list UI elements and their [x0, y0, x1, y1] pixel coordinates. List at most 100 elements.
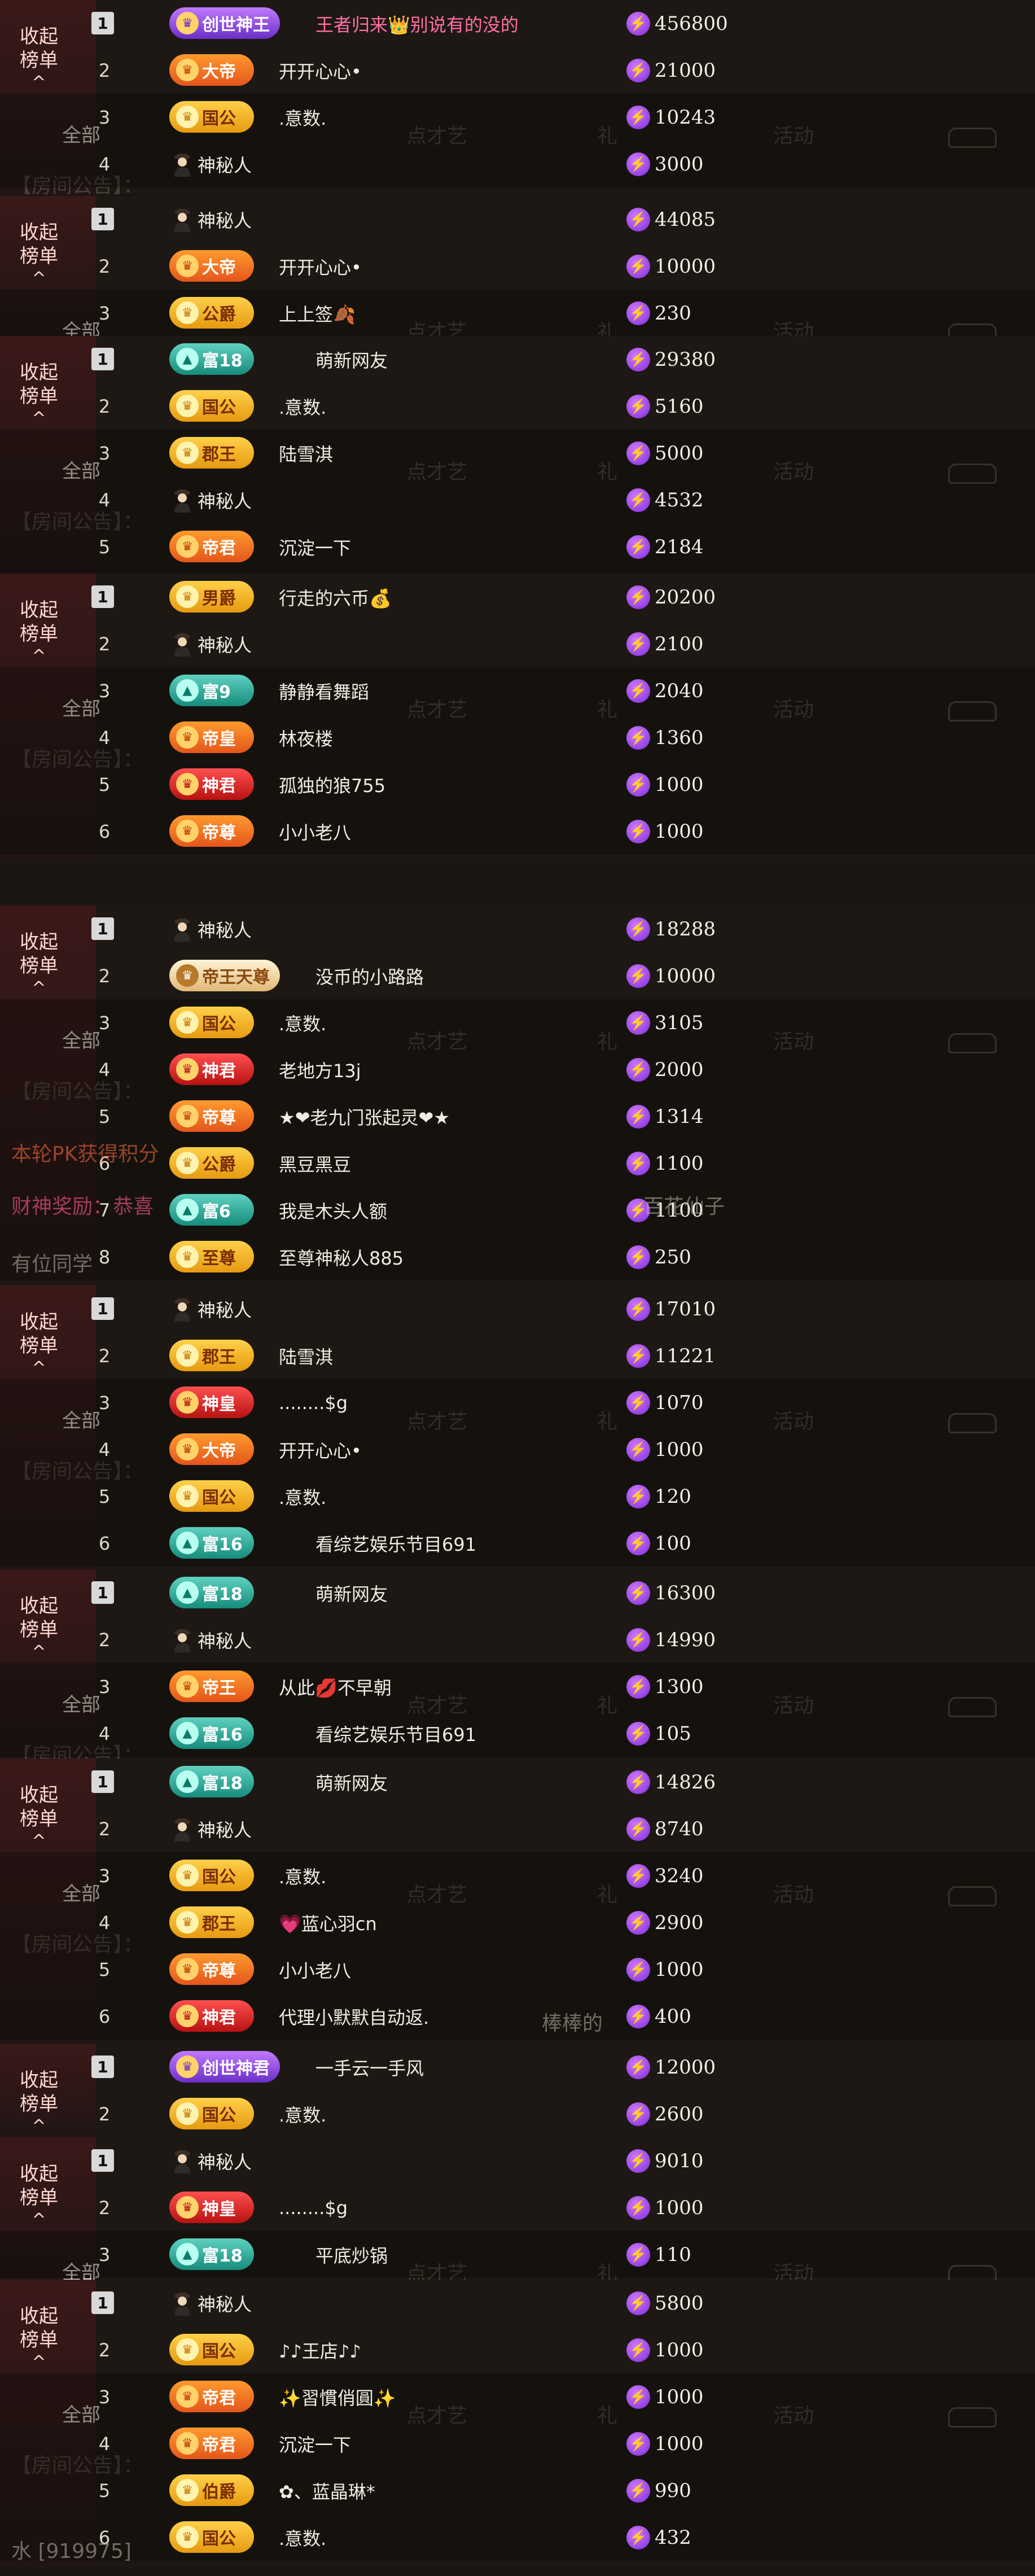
leaderboard-row[interactable]: 1 神秘人 ⚡ 18288: [0, 906, 1035, 952]
badge-label: 帝君: [202, 2435, 236, 2455]
leaderboard-block: 全部 点才艺礼活动 【房间公告】： 收起 榜单 ^ 1 神秘人 ⚡ 18288 2 ♛ 帝王天尊 没币的小…: [0, 906, 1035, 1285]
badge-label: 富16: [202, 1725, 243, 1745]
rank-badge: ▲ 富18: [169, 1766, 254, 1797]
user-name: 神秘人: [198, 634, 252, 656]
score-value: 11221: [655, 1344, 716, 1367]
user-name: ✨習慣俏圓✨: [279, 2387, 396, 2409]
collapse-leaderboard-toggle[interactable]: 收起 榜单 ^: [0, 196, 78, 312]
leaderboard-row[interactable]: 6 ♛ 国公 .意数. ⚡ 432: [0, 2514, 1035, 2561]
user-name: 神秘人: [198, 1819, 252, 1841]
leaderboard-row[interactable]: 3 ♛ 帝君 ✨習慣俏圓✨ ⚡ 1000: [0, 2373, 1035, 2420]
leaderboard-row[interactable]: 3 ♛ 神皇 ........$g ⚡ 1070: [0, 1379, 1035, 1426]
leaderboard-row[interactable]: 2 ♛ 神皇 ........$g ⚡ 1000: [0, 2184, 1035, 2231]
collapse-leaderboard-toggle[interactable]: 收起 榜单 ^: [0, 2137, 78, 2253]
collapse-leaderboard-toggle[interactable]: 收起 榜单 ^: [0, 1759, 78, 1874]
leaderboard-row[interactable]: 1 ♛ 男爵 行走的六币💰 ⚡ 20200: [0, 574, 1035, 620]
contribution-score: ⚡ 230: [626, 290, 691, 336]
score-value: 20200: [655, 585, 716, 609]
rank-number: 3: [98, 1865, 111, 1887]
leaderboard-row[interactable]: 2 神秘人 ⚡ 14990: [0, 1616, 1035, 1663]
leaderboard-row[interactable]: 1 ▲ 富18 萌新网友 ⚡ 14826: [0, 1759, 1035, 1805]
leaderboard-row[interactable]: 2 ♛ 郡王 陆雪淇 ⚡ 11221: [0, 1332, 1035, 1379]
leaderboard-row[interactable]: 3 ♛ 国公 .意数. ⚡ 3105: [0, 999, 1035, 1046]
score-value: 110: [655, 2243, 691, 2266]
lightning-coin-icon: ⚡: [626, 152, 650, 176]
lightning-coin-icon: ⚡: [626, 301, 650, 325]
leaderboard-row[interactable]: 4 ♛ 大帝 开开心心• ⚡ 1000: [0, 1426, 1035, 1473]
leaderboard-row[interactable]: 3 ▲ 富9 静静看舞蹈 ⚡ 2040: [0, 667, 1035, 714]
leaderboard-row[interactable]: 1 ▲ 富18 萌新网友 ⚡ 29380: [0, 336, 1035, 383]
leaderboard-row[interactable]: 4 ♛ 帝皇 林夜楼 ⚡ 1360: [0, 714, 1035, 761]
rank-number: 5: [98, 1958, 111, 1980]
leaderboard-row[interactable]: 4 神秘人 ⚡ 3000: [0, 141, 1035, 187]
leaderboard-row[interactable]: 2 ♛ 大帝 开开心心• ⚡ 10000: [0, 243, 1035, 290]
leaderboard-row[interactable]: 2 ♛ 国公 ♪♪王店♪♪ ⚡ 1000: [0, 2326, 1035, 2373]
lightning-coin-icon: ⚡: [626, 58, 650, 82]
collapse-leaderboard-toggle[interactable]: 收起 榜单 ^: [0, 0, 78, 116]
leaderboard-row[interactable]: 5 ♛ 帝尊 小小老八 ⚡ 1000: [0, 1946, 1035, 1993]
leaderboard-row[interactable]: 1 ▲ 富18 萌新网友 ⚡ 16300: [0, 1569, 1035, 1616]
rank-badge: ♛ 神皇: [169, 1387, 254, 1418]
collapse-leaderboard-toggle[interactable]: 收起 榜单 ^: [0, 2044, 78, 2137]
toggle-label: 收起: [20, 25, 58, 48]
leaderboard-row[interactable]: 3 ♛ 郡王 陆雪淇 ⚡ 5000: [0, 430, 1035, 476]
leaderboard-row[interactable]: 2 神秘人 ⚡ 2100: [0, 620, 1035, 667]
leaderboard-row[interactable]: 5 ♛ 帝尊 ★❤老九门张起灵❤★ ⚡ 1314: [0, 1093, 1035, 1140]
contribution-score: ⚡ 10243: [626, 94, 716, 141]
collapse-leaderboard-toggle[interactable]: 收起 榜单 ^: [0, 574, 78, 689]
leaderboard-row[interactable]: 4 神秘人 ⚡ 4532: [0, 476, 1035, 523]
leaderboard-row[interactable]: 4 ♛ 神君 老地方13j ⚡ 2000: [0, 1046, 1035, 1093]
leaderboard-row[interactable]: 2 ♛ 大帝 开开心心• ⚡ 21000: [0, 47, 1035, 94]
leaderboard-row[interactable]: 4 ♛ 帝君 沉淀一下 ⚡ 1000: [0, 2420, 1035, 2467]
leaderboard-row[interactable]: 1 神秘人 ⚡ 17010: [0, 1285, 1035, 1332]
leaderboard-row[interactable]: 4 ▲ 富16 看综艺娱乐节目691 ⚡ 105: [0, 1710, 1035, 1757]
leaderboard-row[interactable]: 5 ♛ 神君 孤独的狼755 ⚡ 1000: [0, 761, 1035, 808]
user-name: ✿、蓝晶琳*: [279, 2481, 375, 2503]
leaderboard-row[interactable]: 5 ♛ 伯爵 ✿、蓝晶琳* ⚡ 990: [0, 2467, 1035, 2514]
lightning-coin-icon: ⚡: [626, 535, 650, 559]
rank-badge: ♛ 伯爵: [169, 2474, 254, 2506]
user-name: 神秘人: [198, 2151, 252, 2173]
collapse-leaderboard-toggle[interactable]: 收起 榜单 ^: [0, 906, 78, 1021]
score-value: 1000: [655, 773, 704, 796]
contribution-score: ⚡ 456800: [626, 0, 728, 47]
leaderboard-row[interactable]: 2 ♛ 国公 .意数. ⚡ 5160: [0, 383, 1035, 430]
leaderboard-row[interactable]: 6 ▲ 富16 看综艺娱乐节目691 ⚡ 100: [0, 1520, 1035, 1567]
leaderboard-row[interactable]: 3 ▲ 富18 平底炒锅 ⚡ 110: [0, 2231, 1035, 2278]
toggle-label: 榜单: [20, 2186, 58, 2209]
collapse-leaderboard-toggle[interactable]: 收起 榜单 ^: [0, 336, 78, 452]
leaderboard-row[interactable]: 3 ♛ 国公 .意数. ⚡ 3240: [0, 1852, 1035, 1899]
leaderboard-row[interactable]: 5 ♛ 国公 .意数. ⚡ 120: [0, 1473, 1035, 1520]
lightning-coin-icon: ⚡: [626, 394, 650, 418]
leaderboard-row[interactable]: 3 ♛ 公爵 上上签🍂 ⚡ 230: [0, 290, 1035, 336]
contribution-score: ⚡ 1000: [626, 2326, 704, 2373]
collapse-leaderboard-toggle[interactable]: 收起 榜单 ^: [0, 1569, 78, 1685]
leaderboard-row[interactable]: 5 ♛ 帝君 沉淀一下 ⚡ 2184: [0, 523, 1035, 570]
leaderboard-row[interactable]: 2 ♛ 帝王天尊 没币的小路路 ⚡ 10000: [0, 952, 1035, 999]
leaderboard-row[interactable]: 2 神秘人 ⚡ 8740: [0, 1805, 1035, 1852]
leaderboard-row[interactable]: 6 ♛ 帝尊 小小老八 ⚡ 1000: [0, 808, 1035, 855]
contribution-score: ⚡ 1314: [626, 1093, 704, 1140]
rank-number: 1: [91, 2055, 114, 2078]
collapse-leaderboard-toggle[interactable]: 收起 榜单 ^: [0, 1285, 78, 1401]
contribution-score: ⚡ 110: [626, 2231, 691, 2278]
leaderboard-row[interactable]: 6 ♛ 神君 代理小默默自动返. ⚡ 400: [0, 1993, 1035, 2040]
leaderboard-row[interactable]: 2 ♛ 国公 .意数. ⚡ 2600: [0, 2090, 1035, 2137]
collapse-leaderboard-toggle[interactable]: 收起 榜单 ^: [0, 2280, 78, 2395]
leaderboard-row[interactable]: 3 ♛ 国公 .意数. ⚡ 10243: [0, 94, 1035, 141]
contribution-score: ⚡ 1000: [626, 2373, 704, 2420]
leaderboard-row[interactable]: 1 神秘人 ⚡ 5800: [0, 2280, 1035, 2326]
leaderboard-row[interactable]: 8 ♛ 至尊 至尊神秘人885 ⚡ 250: [0, 1234, 1035, 1280]
leaderboard-row[interactable]: 7 ▲ 富6 我是木头人额 ⚡ 1100: [0, 1187, 1035, 1234]
leaderboard-row[interactable]: 1 神秘人 ⚡ 44085: [0, 196, 1035, 243]
score-value: 1000: [655, 2385, 704, 2408]
badge-emblem-icon: ♛: [176, 1152, 199, 1174]
user-name: 神秘人: [198, 1299, 252, 1321]
leaderboard-row[interactable]: 1 ♛ 创世神君 一手云一手风 ⚡ 12000: [0, 2044, 1035, 2090]
leaderboard-row[interactable]: 1 ♛ 创世神王 王者归来👑别说有的没的 ⚡ 456800: [0, 0, 1035, 47]
badge-emblem-icon: ♛: [176, 2385, 199, 2408]
user-name: 神秘人: [198, 2293, 252, 2315]
leaderboard-row[interactable]: 1 神秘人 ⚡ 9010: [0, 2137, 1035, 2184]
leaderboard-row[interactable]: 3 ♛ 帝王 从此💋不早朝 ⚡ 1300: [0, 1663, 1035, 1710]
leaderboard-row[interactable]: 4 ♛ 郡王 💗蓝心羽cn ⚡ 2900: [0, 1899, 1035, 1946]
